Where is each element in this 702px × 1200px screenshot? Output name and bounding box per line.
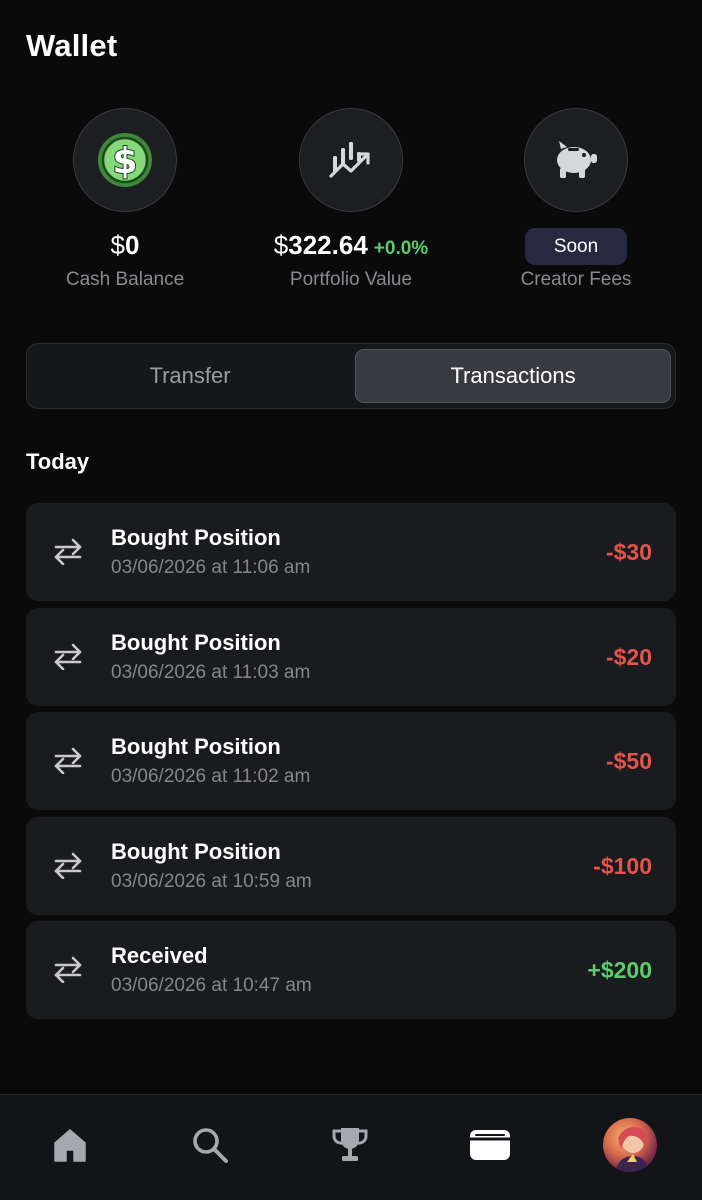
tab-transactions[interactable]: Transactions <box>355 349 671 403</box>
search-icon <box>193 1128 228 1163</box>
transfer-arrows-icon <box>54 538 82 565</box>
transaction-date: 03/06/2026 at 10:47 am <box>111 975 312 996</box>
section-header-today: Today <box>26 449 90 474</box>
transaction-list: Bought Position 03/06/2026 at 11:06 am -… <box>26 503 676 1026</box>
portfolio-value-circle[interactable] <box>299 108 403 212</box>
transaction-date: 03/06/2026 at 11:02 am <box>111 766 311 787</box>
avatar-illustration <box>615 1127 649 1172</box>
transaction-title: Received <box>111 943 208 968</box>
wallet-tabs: Transfer Transactions <box>26 343 676 409</box>
nav-search[interactable] <box>182 1117 238 1173</box>
dollar-coin-icon: $ <box>98 133 152 187</box>
soon-badge: Soon <box>525 228 627 265</box>
trophy-icon <box>332 1128 368 1161</box>
cash-balance-label: Cash Balance <box>65 269 185 290</box>
creator-fees-label: Creator Fees <box>520 269 632 290</box>
transfer-arrows-icon <box>54 747 82 774</box>
chart-trend-icon <box>329 142 370 178</box>
transaction-row[interactable]: Bought Position 03/06/2026 at 11:06 am -… <box>26 503 676 601</box>
nav-home[interactable] <box>42 1117 98 1173</box>
transaction-title: Bought Position <box>111 838 281 864</box>
portfolio-change: +0.0% <box>373 238 429 259</box>
transaction-date: 03/06/2026 at 11:06 am <box>111 557 311 578</box>
avatar <box>603 1118 657 1172</box>
transaction-title: Bought Position <box>111 525 281 550</box>
transaction-title: Bought Position <box>111 629 281 655</box>
nav-wallet[interactable] <box>462 1117 518 1173</box>
nav-profile[interactable] <box>602 1117 658 1173</box>
nav-leaderboard[interactable] <box>322 1117 378 1173</box>
portfolio-value: $322.64 +0.0% <box>236 230 466 266</box>
portfolio-value-label: Portfolio Value <box>289 269 413 290</box>
portfolio-amount: 322.64 <box>288 230 368 260</box>
transaction-amount: -$100 <box>593 852 652 879</box>
portfolio-currency: $ <box>273 230 289 260</box>
cash-balance-value: $0 <box>10 230 240 266</box>
cash-currency: $ <box>110 230 125 260</box>
transaction-row[interactable]: Bought Position 03/06/2026 at 10:59 am -… <box>26 816 676 915</box>
cash-balance-circle[interactable]: $ <box>73 108 177 212</box>
transaction-date: 03/06/2026 at 11:03 am <box>111 661 311 683</box>
transaction-title: Bought Position <box>111 734 281 759</box>
transaction-amount: -$30 <box>605 539 652 565</box>
transfer-arrows-icon <box>54 643 82 670</box>
transaction-row[interactable]: Bought Position 03/06/2026 at 11:02 am -… <box>26 712 676 810</box>
home-icon <box>54 1129 86 1162</box>
wallet-screen: Wallet $ $0 Cash Balance $322.64 +0.0% P… <box>0 0 702 1200</box>
page-title: Wallet <box>26 28 118 63</box>
transaction-amount: -$50 <box>605 748 652 774</box>
piggy-bank-icon <box>557 141 597 178</box>
transaction-amount: +$200 <box>587 957 652 983</box>
transaction-row[interactable]: Received 03/06/2026 at 10:47 am +$200 <box>26 921 676 1019</box>
portfolio-value-stat[interactable]: $322.64 +0.0% Portfolio Value <box>236 108 466 291</box>
transaction-date: 03/06/2026 at 10:59 am <box>111 870 312 892</box>
creator-fees-circle[interactable] <box>524 108 628 212</box>
svg-text:$: $ <box>112 141 137 182</box>
wallet-icon <box>470 1130 510 1160</box>
creator-fees-stat[interactable]: Soon Creator Fees <box>461 108 691 291</box>
tab-transfer[interactable]: Transfer <box>32 349 348 403</box>
cash-balance-stat[interactable]: $ $0 Cash Balance <box>10 108 240 291</box>
bottom-nav <box>0 1094 702 1200</box>
transfer-arrows-icon <box>54 852 82 879</box>
cash-amount: 0 <box>125 230 140 260</box>
transaction-amount: -$20 <box>605 643 652 670</box>
transfer-arrows-icon <box>54 956 82 983</box>
transaction-row[interactable]: Bought Position 03/06/2026 at 11:03 am -… <box>26 607 676 706</box>
